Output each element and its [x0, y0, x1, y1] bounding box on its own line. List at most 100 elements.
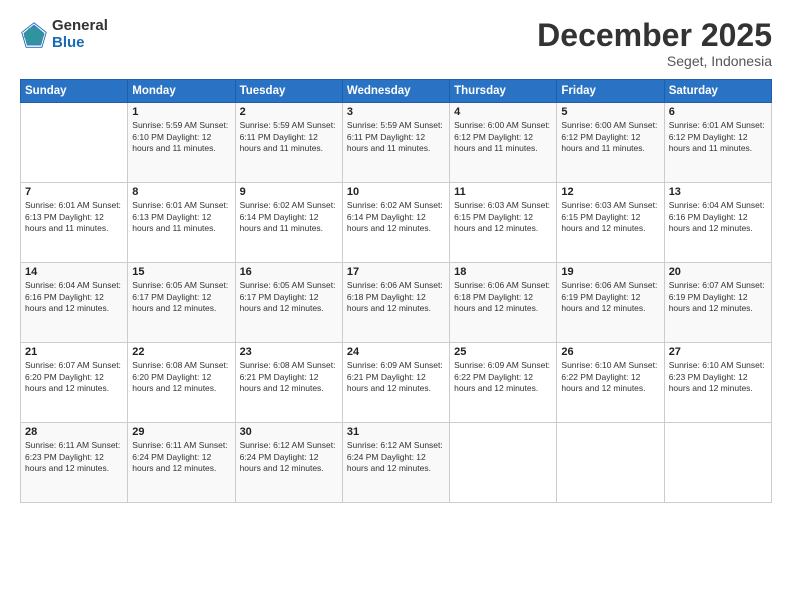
calendar-cell: 13Sunrise: 6:04 AM Sunset: 6:16 PM Dayli…	[664, 183, 771, 263]
calendar-week-5: 28 Sunrise: 6:11 AM Sunset: 6:23 PM Dayli…	[21, 423, 772, 503]
day-number: 8	[132, 186, 230, 198]
day-info: Sunrise: 6:01 AM Sunset: 6:13 PM Dayligh…	[25, 200, 123, 234]
day-number: 15	[132, 266, 230, 278]
day-info: Sunrise: 6:05 AM Sunset: 6:17 PM Dayligh…	[240, 280, 338, 314]
col-monday: Monday	[128, 80, 235, 103]
calendar-week-3: 14 Sunrise: 6:04 AM Sunset: 6:16 PM Dayli…	[21, 263, 772, 343]
day-number: 22	[132, 346, 230, 358]
day-info: Sunrise: 6:06 AM Sunset: 6:18 PM Dayligh…	[347, 280, 445, 314]
calendar-cell: 14 Sunrise: 6:04 AM Sunset: 6:16 PM Dayli…	[21, 263, 128, 343]
calendar-cell: 24 Sunrise: 6:09 AM Sunset: 6:21 PM Dayli…	[342, 343, 449, 423]
calendar-cell: 28 Sunrise: 6:11 AM Sunset: 6:23 PM Dayli…	[21, 423, 128, 503]
day-info: Sunrise: 6:02 AM Sunset: 6:14 PM Dayligh…	[347, 200, 445, 234]
day-number: 2	[240, 106, 338, 118]
day-info: Sunrise: 6:08 AM Sunset: 6:21 PM Dayligh…	[240, 360, 338, 394]
calendar-cell: 4Sunrise: 6:00 AM Sunset: 6:12 PM Daylig…	[450, 103, 557, 183]
calendar-cell: 30Sunrise: 6:12 AM Sunset: 6:24 PM Dayli…	[235, 423, 342, 503]
calendar-cell: 27 Sunrise: 6:10 AM Sunset: 6:23 PM Dayli…	[664, 343, 771, 423]
calendar-cell: 10 Sunrise: 6:02 AM Sunset: 6:14 PM Dayli…	[342, 183, 449, 263]
day-number: 19	[561, 266, 659, 278]
logo-general: General	[52, 18, 108, 35]
calendar-week-4: 21 Sunrise: 6:07 AM Sunset: 6:20 PM Dayli…	[21, 343, 772, 423]
day-number: 25	[454, 346, 552, 358]
day-info: Sunrise: 6:07 AM Sunset: 6:20 PM Dayligh…	[25, 360, 123, 394]
col-thursday: Thursday	[450, 80, 557, 103]
calendar-table: Sunday Monday Tuesday Wednesday Thursday…	[20, 79, 772, 503]
calendar-cell: 17 Sunrise: 6:06 AM Sunset: 6:18 PM Dayli…	[342, 263, 449, 343]
header: General Blue December 2025 Seget, Indone…	[20, 18, 772, 69]
day-number: 18	[454, 266, 552, 278]
calendar-cell: 29 Sunrise: 6:11 AM Sunset: 6:24 PM Dayli…	[128, 423, 235, 503]
day-info: Sunrise: 6:08 AM Sunset: 6:20 PM Dayligh…	[132, 360, 230, 394]
month-title: December 2025	[537, 18, 772, 53]
calendar-cell: 5Sunrise: 6:00 AM Sunset: 6:12 PM Daylig…	[557, 103, 664, 183]
calendar-cell: 3 Sunrise: 5:59 AM Sunset: 6:11 PM Daylig…	[342, 103, 449, 183]
day-info: Sunrise: 6:03 AM Sunset: 6:15 PM Dayligh…	[561, 200, 659, 234]
title-block: December 2025 Seget, Indonesia	[537, 18, 772, 69]
col-friday: Friday	[557, 80, 664, 103]
day-info: Sunrise: 5:59 AM Sunset: 6:10 PM Dayligh…	[132, 120, 230, 154]
day-info: Sunrise: 6:04 AM Sunset: 6:16 PM Dayligh…	[25, 280, 123, 314]
day-info: Sunrise: 6:09 AM Sunset: 6:21 PM Dayligh…	[347, 360, 445, 394]
calendar-header-row: Sunday Monday Tuesday Wednesday Thursday…	[21, 80, 772, 103]
day-number: 4	[454, 106, 552, 118]
calendar-cell: 31Sunrise: 6:12 AM Sunset: 6:24 PM Dayli…	[342, 423, 449, 503]
day-info: Sunrise: 6:06 AM Sunset: 6:18 PM Dayligh…	[454, 280, 552, 314]
day-number: 7	[25, 186, 123, 198]
day-number: 27	[669, 346, 767, 358]
day-info: Sunrise: 6:09 AM Sunset: 6:22 PM Dayligh…	[454, 360, 552, 394]
day-number: 14	[25, 266, 123, 278]
calendar-cell: 26 Sunrise: 6:10 AM Sunset: 6:22 PM Dayli…	[557, 343, 664, 423]
day-number: 13	[669, 186, 767, 198]
day-number: 6	[669, 106, 767, 118]
calendar-week-1: 1 Sunrise: 5:59 AM Sunset: 6:10 PM Daylig…	[21, 103, 772, 183]
day-info: Sunrise: 6:11 AM Sunset: 6:24 PM Dayligh…	[132, 440, 230, 474]
calendar-cell: 23 Sunrise: 6:08 AM Sunset: 6:21 PM Dayli…	[235, 343, 342, 423]
day-number: 5	[561, 106, 659, 118]
day-number: 23	[240, 346, 338, 358]
calendar-cell: 20 Sunrise: 6:07 AM Sunset: 6:19 PM Dayli…	[664, 263, 771, 343]
calendar-cell: 2 Sunrise: 5:59 AM Sunset: 6:11 PM Daylig…	[235, 103, 342, 183]
calendar-cell: 25 Sunrise: 6:09 AM Sunset: 6:22 PM Dayli…	[450, 343, 557, 423]
calendar-cell: 19 Sunrise: 6:06 AM Sunset: 6:19 PM Dayli…	[557, 263, 664, 343]
day-number: 12	[561, 186, 659, 198]
day-number: 10	[347, 186, 445, 198]
day-number: 9	[240, 186, 338, 198]
calendar-cell: 11Sunrise: 6:03 AM Sunset: 6:15 PM Dayli…	[450, 183, 557, 263]
day-info: Sunrise: 6:02 AM Sunset: 6:14 PM Dayligh…	[240, 200, 338, 234]
day-info: Sunrise: 6:01 AM Sunset: 6:12 PM Dayligh…	[669, 120, 767, 154]
calendar-cell: 9 Sunrise: 6:02 AM Sunset: 6:14 PM Daylig…	[235, 183, 342, 263]
page: General Blue December 2025 Seget, Indone…	[0, 0, 792, 612]
logo-icon	[20, 21, 48, 49]
col-sunday: Sunday	[21, 80, 128, 103]
day-info: Sunrise: 6:10 AM Sunset: 6:23 PM Dayligh…	[669, 360, 767, 394]
day-number: 21	[25, 346, 123, 358]
day-number: 30	[240, 426, 338, 438]
day-info: Sunrise: 6:06 AM Sunset: 6:19 PM Dayligh…	[561, 280, 659, 314]
day-info: Sunrise: 5:59 AM Sunset: 6:11 PM Dayligh…	[240, 120, 338, 154]
day-number: 24	[347, 346, 445, 358]
day-number: 20	[669, 266, 767, 278]
calendar-cell	[21, 103, 128, 183]
day-info: Sunrise: 6:10 AM Sunset: 6:22 PM Dayligh…	[561, 360, 659, 394]
day-number: 1	[132, 106, 230, 118]
calendar-cell: 22 Sunrise: 6:08 AM Sunset: 6:20 PM Dayli…	[128, 343, 235, 423]
logo-text: General Blue	[52, 18, 108, 51]
day-number: 28	[25, 426, 123, 438]
day-info: Sunrise: 5:59 AM Sunset: 6:11 PM Dayligh…	[347, 120, 445, 154]
calendar-cell	[557, 423, 664, 503]
day-number: 3	[347, 106, 445, 118]
calendar-cell: 8Sunrise: 6:01 AM Sunset: 6:13 PM Daylig…	[128, 183, 235, 263]
calendar-cell: 15 Sunrise: 6:05 AM Sunset: 6:17 PM Dayli…	[128, 263, 235, 343]
day-number: 31	[347, 426, 445, 438]
calendar-cell: 21 Sunrise: 6:07 AM Sunset: 6:20 PM Dayli…	[21, 343, 128, 423]
day-number: 29	[132, 426, 230, 438]
day-info: Sunrise: 6:05 AM Sunset: 6:17 PM Dayligh…	[132, 280, 230, 314]
calendar-cell: 16Sunrise: 6:05 AM Sunset: 6:17 PM Dayli…	[235, 263, 342, 343]
day-number: 26	[561, 346, 659, 358]
day-number: 17	[347, 266, 445, 278]
logo: General Blue	[20, 18, 108, 51]
day-info: Sunrise: 6:07 AM Sunset: 6:19 PM Dayligh…	[669, 280, 767, 314]
day-info: Sunrise: 6:11 AM Sunset: 6:23 PM Dayligh…	[25, 440, 123, 474]
calendar-cell: 12 Sunrise: 6:03 AM Sunset: 6:15 PM Dayli…	[557, 183, 664, 263]
